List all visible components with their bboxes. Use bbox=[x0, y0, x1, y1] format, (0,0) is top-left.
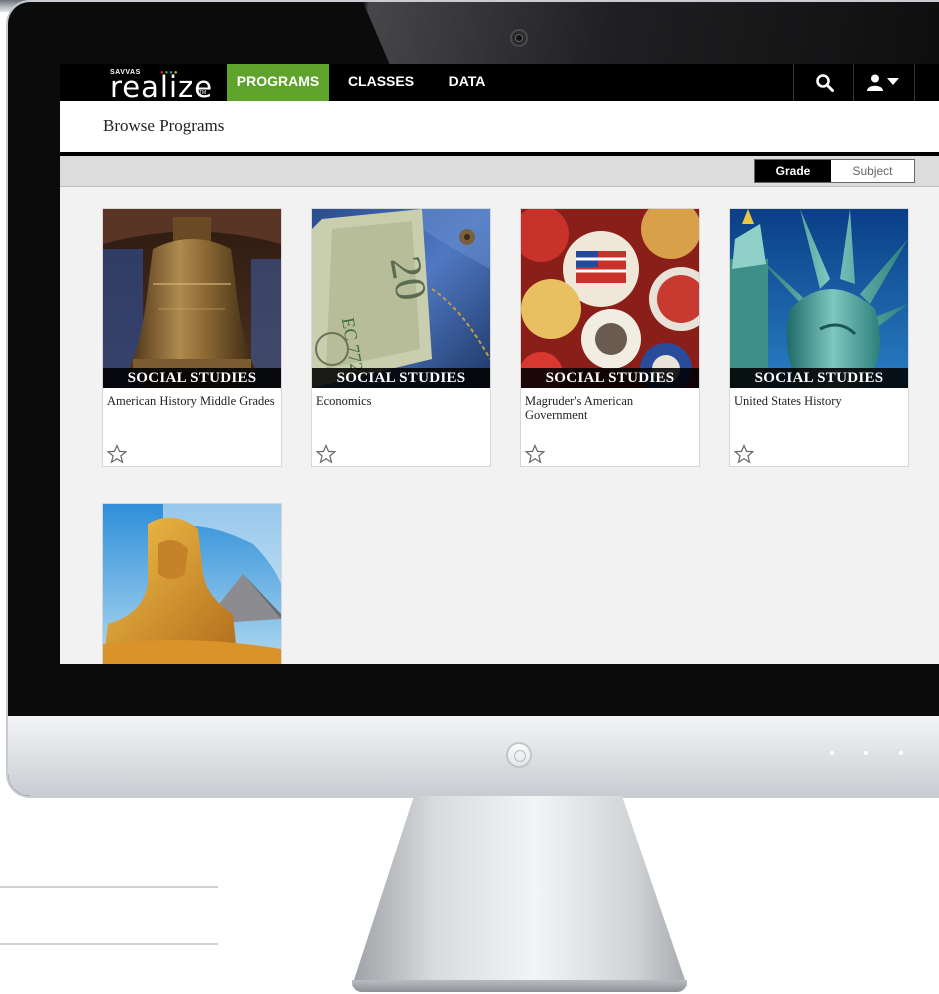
program-image bbox=[103, 209, 281, 388]
favorite-star-icon[interactable] bbox=[525, 444, 545, 464]
toggle-subject-button[interactable]: Subject bbox=[831, 160, 914, 182]
realize-logo[interactable]: SAVVAS realize ●●●● TM bbox=[98, 64, 214, 104]
program-subject-label: SOCIAL STUDIES bbox=[521, 368, 699, 388]
program-image bbox=[103, 504, 281, 664]
desk-line bbox=[0, 886, 218, 888]
program-image bbox=[521, 209, 699, 388]
program-image bbox=[730, 209, 908, 388]
monitor-stand-base bbox=[352, 980, 687, 992]
page-header: Browse Programs bbox=[60, 101, 939, 156]
program-title[interactable]: Economics bbox=[316, 394, 484, 408]
top-navbar: SAVVAS realize ●●●● TM PROGRAMS CLASSES … bbox=[60, 64, 939, 104]
nav-data-tab[interactable]: DATA bbox=[434, 64, 500, 101]
logo-dots-icon: ●●●● bbox=[160, 70, 179, 76]
page-title: Browse Programs bbox=[103, 116, 225, 135]
search-button[interactable] bbox=[793, 64, 853, 101]
monitor-power-button bbox=[506, 742, 532, 768]
bezel-reflection bbox=[363, 2, 939, 72]
program-card[interactable] bbox=[102, 503, 282, 664]
logo-name: realize bbox=[110, 70, 214, 104]
svg-text:20: 20 bbox=[380, 252, 436, 304]
indicator-dot bbox=[899, 751, 903, 755]
program-subject-label: SOCIAL STUDIES bbox=[312, 368, 490, 388]
trademark-mark: TM bbox=[199, 90, 207, 96]
favorite-star-icon[interactable] bbox=[734, 444, 754, 464]
program-subject-label: SOCIAL STUDIES bbox=[730, 368, 908, 388]
search-icon bbox=[816, 74, 834, 92]
user-menu-button[interactable] bbox=[853, 64, 915, 101]
program-title[interactable]: Magruder's American Government bbox=[525, 394, 693, 422]
favorite-star-icon[interactable] bbox=[316, 444, 336, 464]
program-subject-label: SOCIAL STUDIES bbox=[103, 368, 281, 388]
grade-subject-toggle: Grade Subject bbox=[754, 159, 915, 183]
app-screen: SAVVAS realize ●●●● TM PROGRAMS CLASSES … bbox=[60, 64, 939, 664]
monitor-stand bbox=[352, 796, 687, 986]
program-title[interactable]: American History Middle Grades bbox=[107, 394, 275, 408]
nav-programs-tab[interactable]: PROGRAMS bbox=[227, 64, 329, 101]
favorite-star-icon[interactable] bbox=[107, 444, 127, 464]
indicator-dot bbox=[864, 751, 868, 755]
chevron-down-icon bbox=[887, 78, 899, 85]
program-title[interactable]: United States History bbox=[734, 394, 902, 408]
program-card[interactable]: SOCIAL STUDIES American History Middle G… bbox=[102, 208, 282, 467]
desk-line bbox=[0, 943, 218, 945]
indicator-dot bbox=[830, 751, 834, 755]
monitor-chin bbox=[8, 716, 939, 796]
program-image: EC 7728 20 bbox=[312, 209, 490, 388]
program-card[interactable]: SOCIAL STUDIES Magruder's American Gover… bbox=[520, 208, 700, 467]
toggle-grade-button[interactable]: Grade bbox=[755, 160, 831, 182]
user-icon bbox=[867, 74, 883, 91]
nav-classes-tab[interactable]: CLASSES bbox=[340, 64, 422, 101]
webcam bbox=[510, 29, 528, 47]
program-card[interactable]: SOCIAL STUDIES United States History bbox=[729, 208, 909, 467]
filter-toolbar: Grade Subject bbox=[60, 156, 939, 187]
program-card[interactable]: EC 7728 20 SOCIAL STUDIES Economics bbox=[311, 208, 491, 467]
